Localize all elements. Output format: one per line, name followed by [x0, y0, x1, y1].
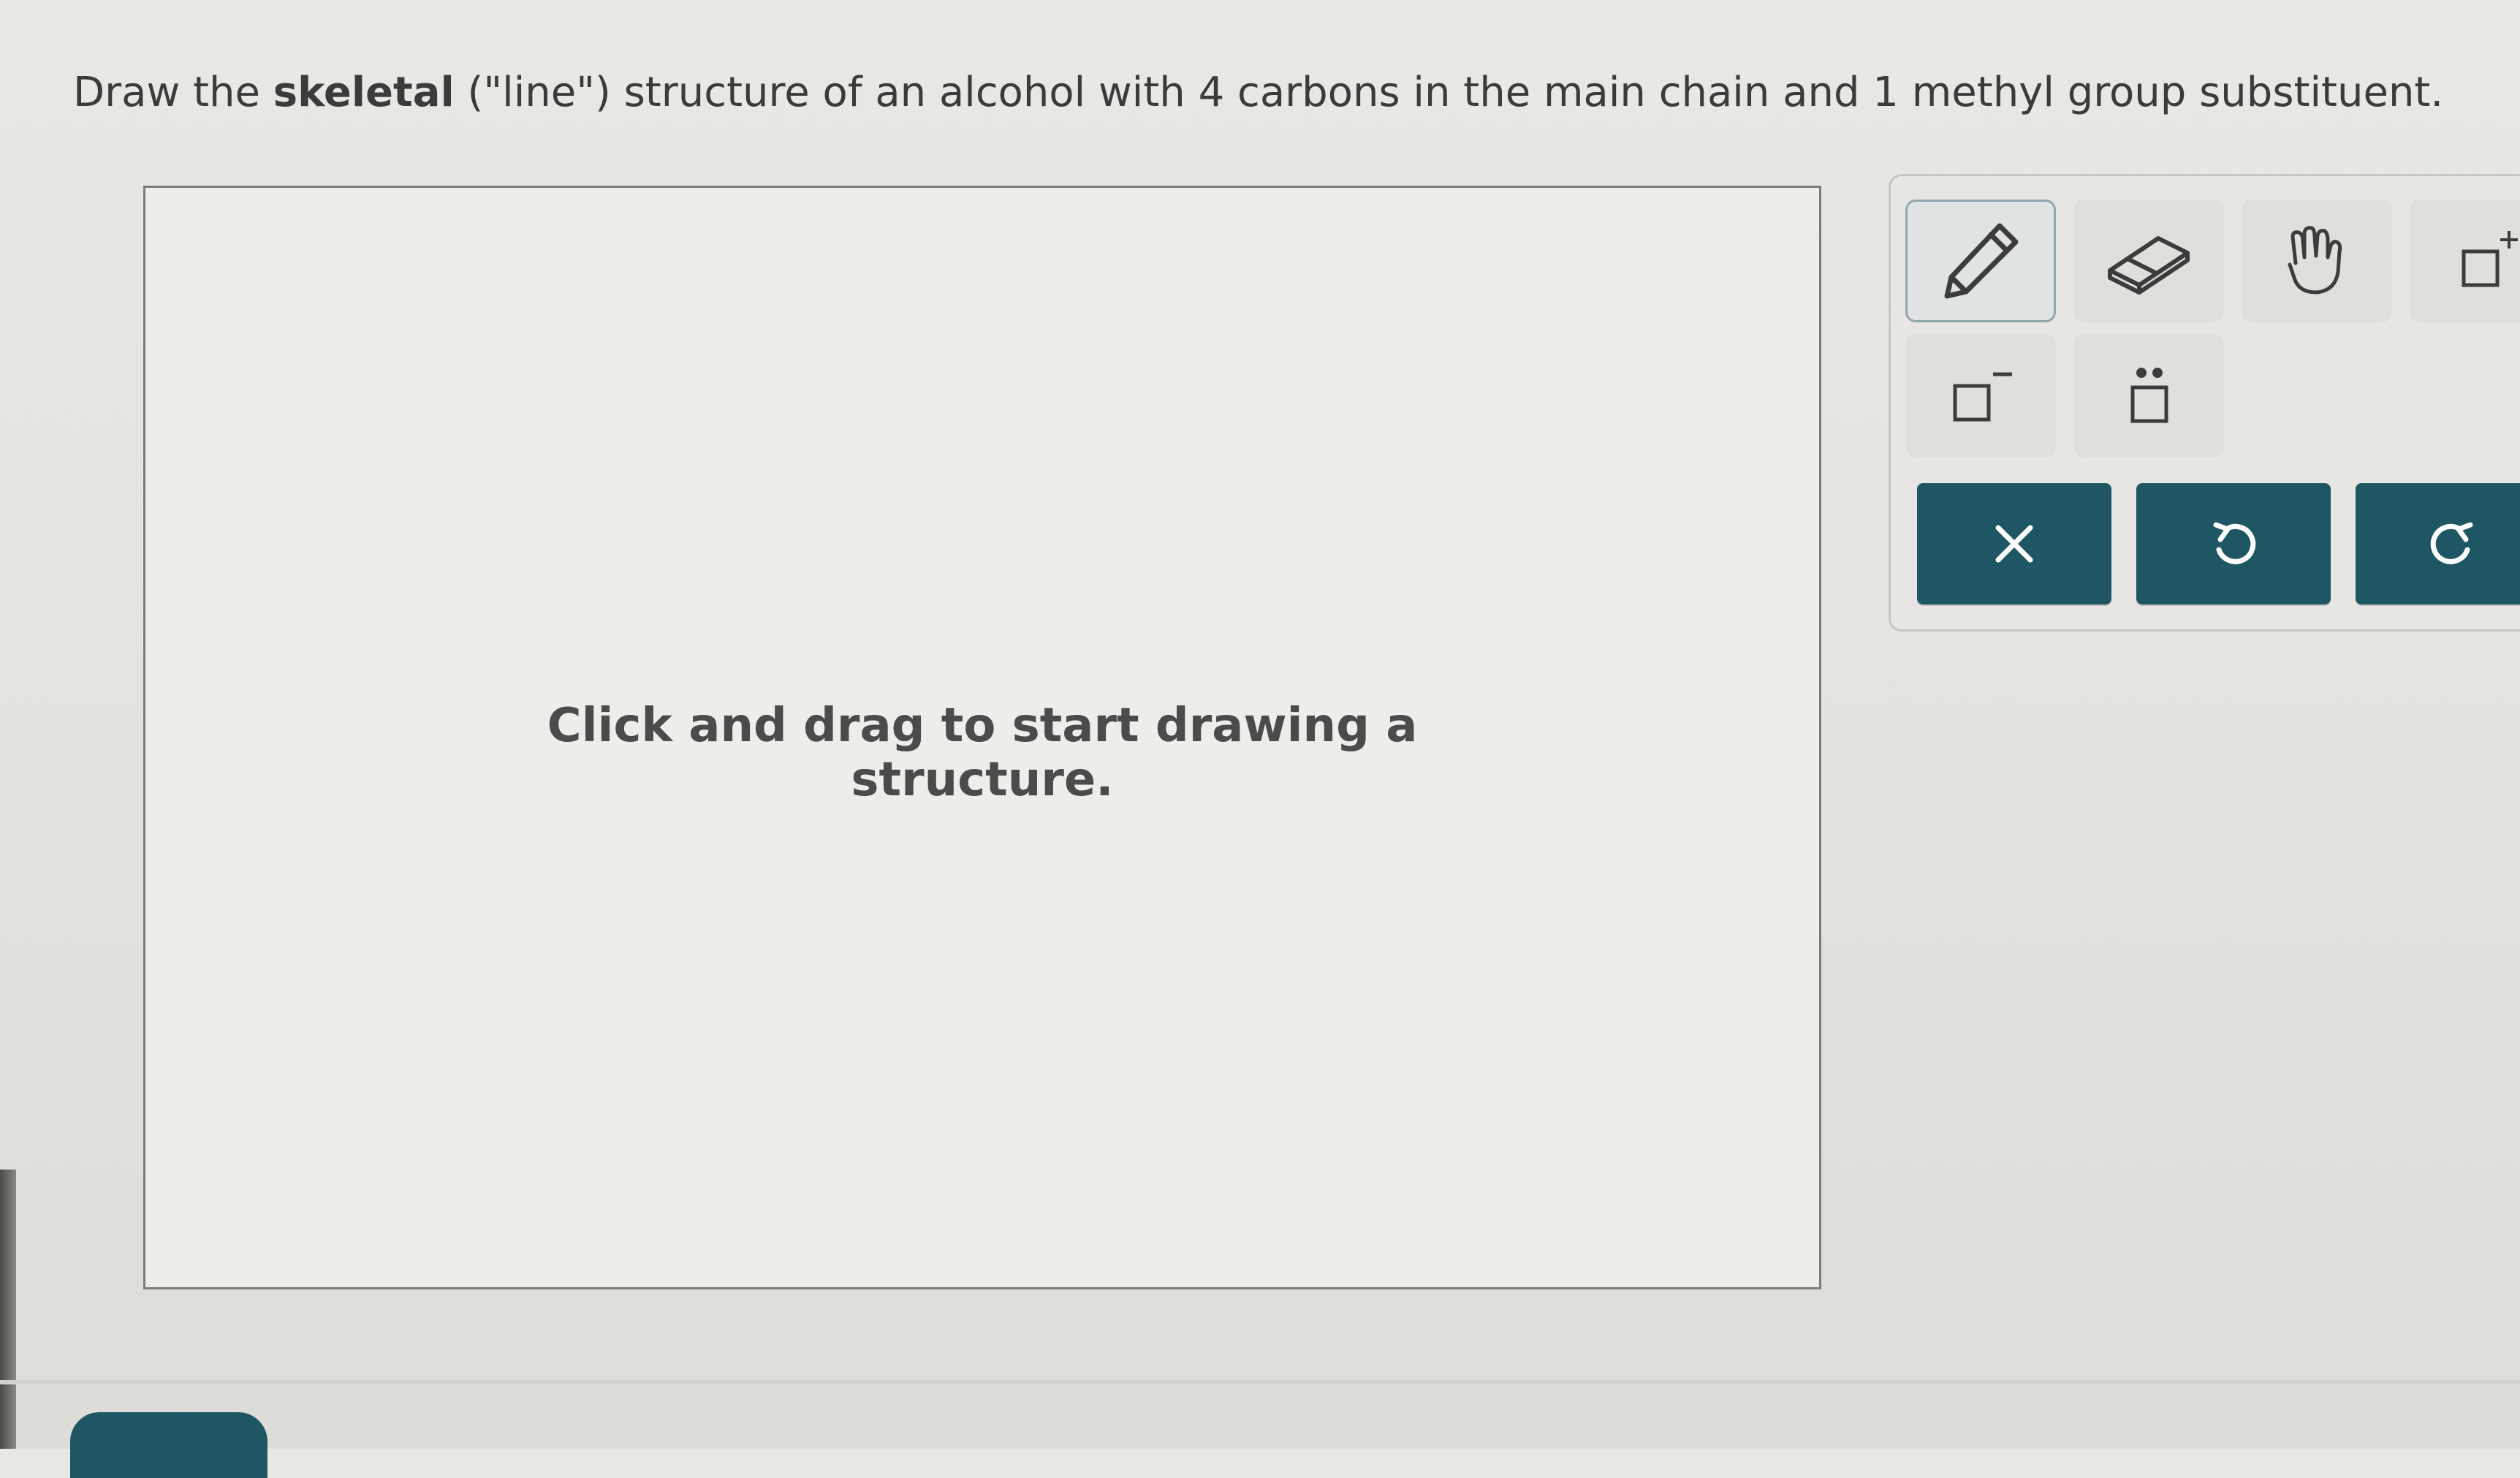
drawing-toolbar	[1889, 174, 2520, 632]
square-minus-icon	[1953, 372, 2012, 422]
question-prefix: Draw the	[73, 69, 273, 116]
question-suffix: ("line") structure of an alcohol with 4 …	[454, 69, 2444, 116]
lone-pair-tool[interactable]	[2073, 334, 2224, 457]
screen-bezel	[0, 1170, 16, 1449]
undo-button[interactable]	[2136, 483, 2331, 605]
clear-button[interactable]	[1917, 483, 2111, 605]
close-icon	[1995, 525, 2033, 563]
redo-button[interactable]	[2356, 483, 2520, 605]
negative-charge-tool[interactable]	[1905, 334, 2056, 457]
check-button[interactable]	[70, 1412, 267, 1478]
lone-pair-icon	[2130, 368, 2168, 423]
undo-icon	[2213, 522, 2256, 564]
drawing-canvas[interactable]: Click and drag to start drawing a struct…	[143, 186, 1821, 1289]
square-plus-icon	[2462, 231, 2518, 287]
hand-tool[interactable]	[2242, 200, 2392, 322]
canvas-hint: Click and drag to start drawing a struct…	[547, 699, 1418, 807]
positive-charge-tool[interactable]	[2410, 200, 2520, 322]
question-text: Draw the skeletal ("line") structure of …	[73, 64, 2456, 121]
eraser-icon	[2108, 236, 2190, 295]
pencil-tool[interactable]	[1905, 200, 2056, 322]
hand-icon	[2288, 226, 2342, 295]
question-bold-term: skeletal	[273, 69, 455, 116]
pencil-icon	[1944, 223, 2019, 299]
eraser-tool[interactable]	[2073, 200, 2224, 322]
redo-icon	[2430, 522, 2473, 564]
section-divider	[0, 1380, 2520, 1384]
